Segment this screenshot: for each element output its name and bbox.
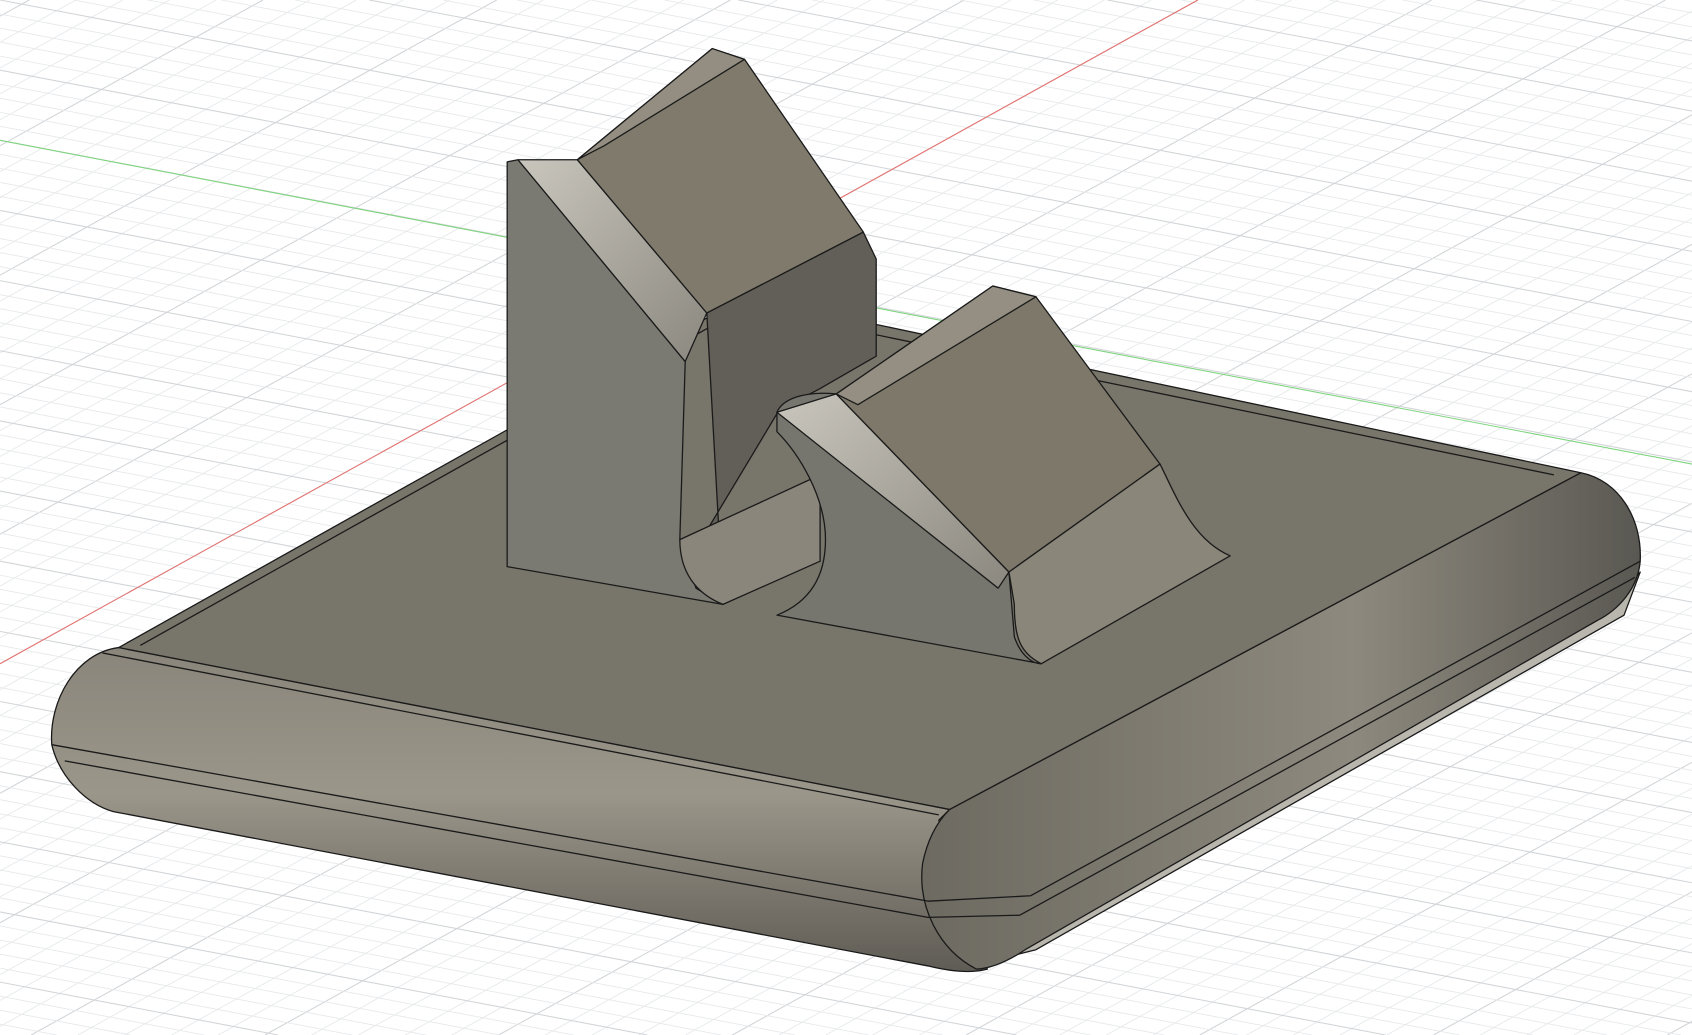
grid-line bbox=[0, 0, 497, 276]
grid-line bbox=[1402, 0, 1692, 56]
grid-line bbox=[1624, 0, 1692, 14]
grid-line bbox=[0, 0, 217, 121]
grid-line bbox=[1620, 995, 1692, 1035]
grid-line bbox=[0, 911, 648, 1035]
grid-line bbox=[0, 1009, 131, 1035]
grid-line bbox=[1107, 0, 1692, 112]
grid-line bbox=[1181, 0, 1692, 98]
grid-line bbox=[0, 967, 353, 1035]
grid-line bbox=[812, 0, 1692, 168]
grid-line bbox=[0, 939, 500, 1035]
grid-line bbox=[1328, 0, 1692, 70]
grid-line bbox=[0, 925, 574, 1035]
grid-line bbox=[885, 0, 1692, 154]
grid-line bbox=[1255, 0, 1692, 84]
grid-line bbox=[295, 0, 1692, 266]
base-plate-body[interactable] bbox=[50, 47, 1641, 973]
grid-line bbox=[1386, 865, 1692, 1035]
grid-line bbox=[1573, 969, 1692, 1035]
model-canvas[interactable] bbox=[0, 0, 1692, 1035]
grid-line bbox=[959, 0, 1692, 140]
grid-line bbox=[147, 0, 1692, 294]
3d-canvas-viewport[interactable] bbox=[0, 0, 1692, 1035]
grid-line bbox=[1550, 0, 1692, 28]
grid-line bbox=[73, 0, 1692, 308]
grid-line bbox=[1339, 839, 1692, 1035]
grid-line bbox=[1433, 891, 1692, 1035]
